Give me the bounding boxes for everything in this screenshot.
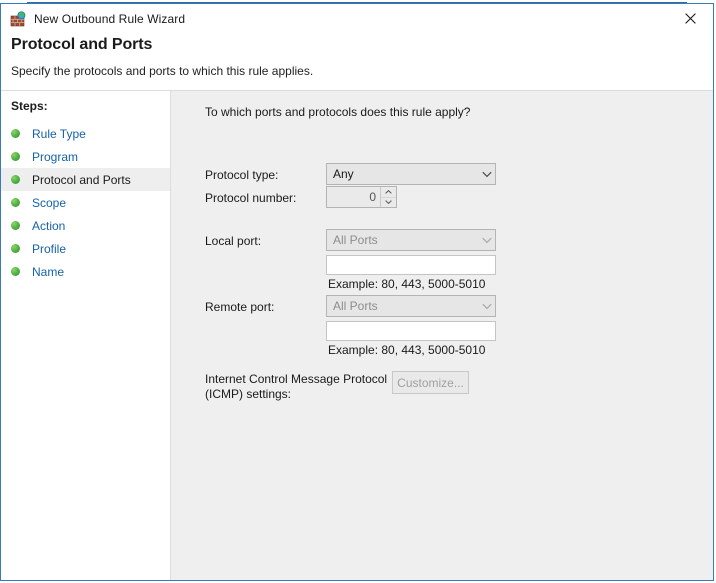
local-port-value: All Ports [327, 233, 478, 247]
steps-heading: Steps: [1, 99, 170, 113]
question-text: To which ports and protocols does this r… [205, 105, 470, 119]
sidebar-item-label: Name [32, 265, 64, 279]
new-outbound-rule-wizard-dialog: New Outbound Rule Wizard Protocol and Po… [0, 3, 714, 581]
protocol-type-label: Protocol type: [205, 168, 278, 182]
local-port-example: Example: 80, 443, 5000-5010 [328, 277, 485, 291]
remote-port-value: All Ports [327, 299, 478, 313]
stepper-up-icon[interactable] [381, 187, 396, 198]
chevron-down-icon [478, 171, 495, 178]
sidebar-item-label: Rule Type [32, 127, 86, 141]
page-subtitle: Specify the protocols and ports to which… [11, 64, 713, 78]
sidebar-item-label: Profile [32, 242, 66, 256]
protocol-number-value: 0 [327, 187, 380, 207]
steps-sidebar: Steps: Rule Type Program Protocol and Po… [1, 91, 171, 580]
firewall-globe-icon [10, 11, 26, 27]
protocol-type-value: Any [327, 167, 478, 181]
remote-port-label: Remote port: [205, 300, 274, 314]
sidebar-item-scope[interactable]: Scope [1, 191, 170, 214]
remote-port-example: Example: 80, 443, 5000-5010 [328, 343, 485, 357]
step-bullet-icon [11, 175, 20, 184]
sidebar-item-label: Protocol and Ports [32, 173, 131, 187]
protocol-number-label: Protocol number: [205, 191, 296, 205]
remote-port-select[interactable]: All Ports [326, 295, 496, 317]
sidebar-item-label: Program [32, 150, 78, 164]
icmp-label-line-2: (ICMP) settings: [205, 387, 387, 402]
chevron-down-icon [478, 237, 495, 244]
icmp-settings-label: Internet Control Message Protocol (ICMP)… [205, 372, 387, 402]
local-port-input[interactable] [326, 255, 496, 275]
main-pane: To which ports and protocols does this r… [171, 91, 713, 580]
icmp-label-line-1: Internet Control Message Protocol [205, 372, 387, 387]
step-bullet-icon [11, 221, 20, 230]
chevron-down-icon [478, 303, 495, 310]
stepper-down-icon[interactable] [381, 198, 396, 208]
step-bullet-icon [11, 152, 20, 161]
window-title: New Outbound Rule Wizard [34, 12, 185, 26]
sidebar-item-protocol-and-ports[interactable]: Protocol and Ports [1, 168, 170, 191]
stepper-arrows[interactable] [380, 187, 396, 207]
step-bullet-icon [11, 198, 20, 207]
sidebar-item-label: Scope [32, 196, 66, 210]
titlebar: New Outbound Rule Wizard [1, 4, 713, 33]
local-port-select[interactable]: All Ports [326, 229, 496, 251]
sidebar-item-profile[interactable]: Profile [1, 237, 170, 260]
sidebar-item-name[interactable]: Name [1, 260, 170, 283]
step-bullet-icon [11, 267, 20, 276]
step-bullet-icon [11, 129, 20, 138]
close-icon[interactable] [668, 4, 713, 32]
customize-button[interactable]: Customize... [392, 371, 469, 394]
page-header: Protocol and Ports Specify the protocols… [1, 33, 713, 91]
sidebar-item-program[interactable]: Program [1, 145, 170, 168]
remote-port-input[interactable] [326, 321, 496, 341]
local-port-label: Local port: [205, 234, 261, 248]
step-bullet-icon [11, 244, 20, 253]
sidebar-item-action[interactable]: Action [1, 214, 170, 237]
protocol-type-select[interactable]: Any [326, 163, 496, 185]
screen: New Outbound Rule Wizard Protocol and Po… [0, 0, 716, 583]
sidebar-item-label: Action [32, 219, 65, 233]
dialog-body: Steps: Rule Type Program Protocol and Po… [1, 91, 713, 580]
sidebar-item-rule-type[interactable]: Rule Type [1, 122, 170, 145]
page-title: Protocol and Ports [11, 35, 713, 54]
protocol-number-stepper[interactable]: 0 [326, 186, 397, 208]
